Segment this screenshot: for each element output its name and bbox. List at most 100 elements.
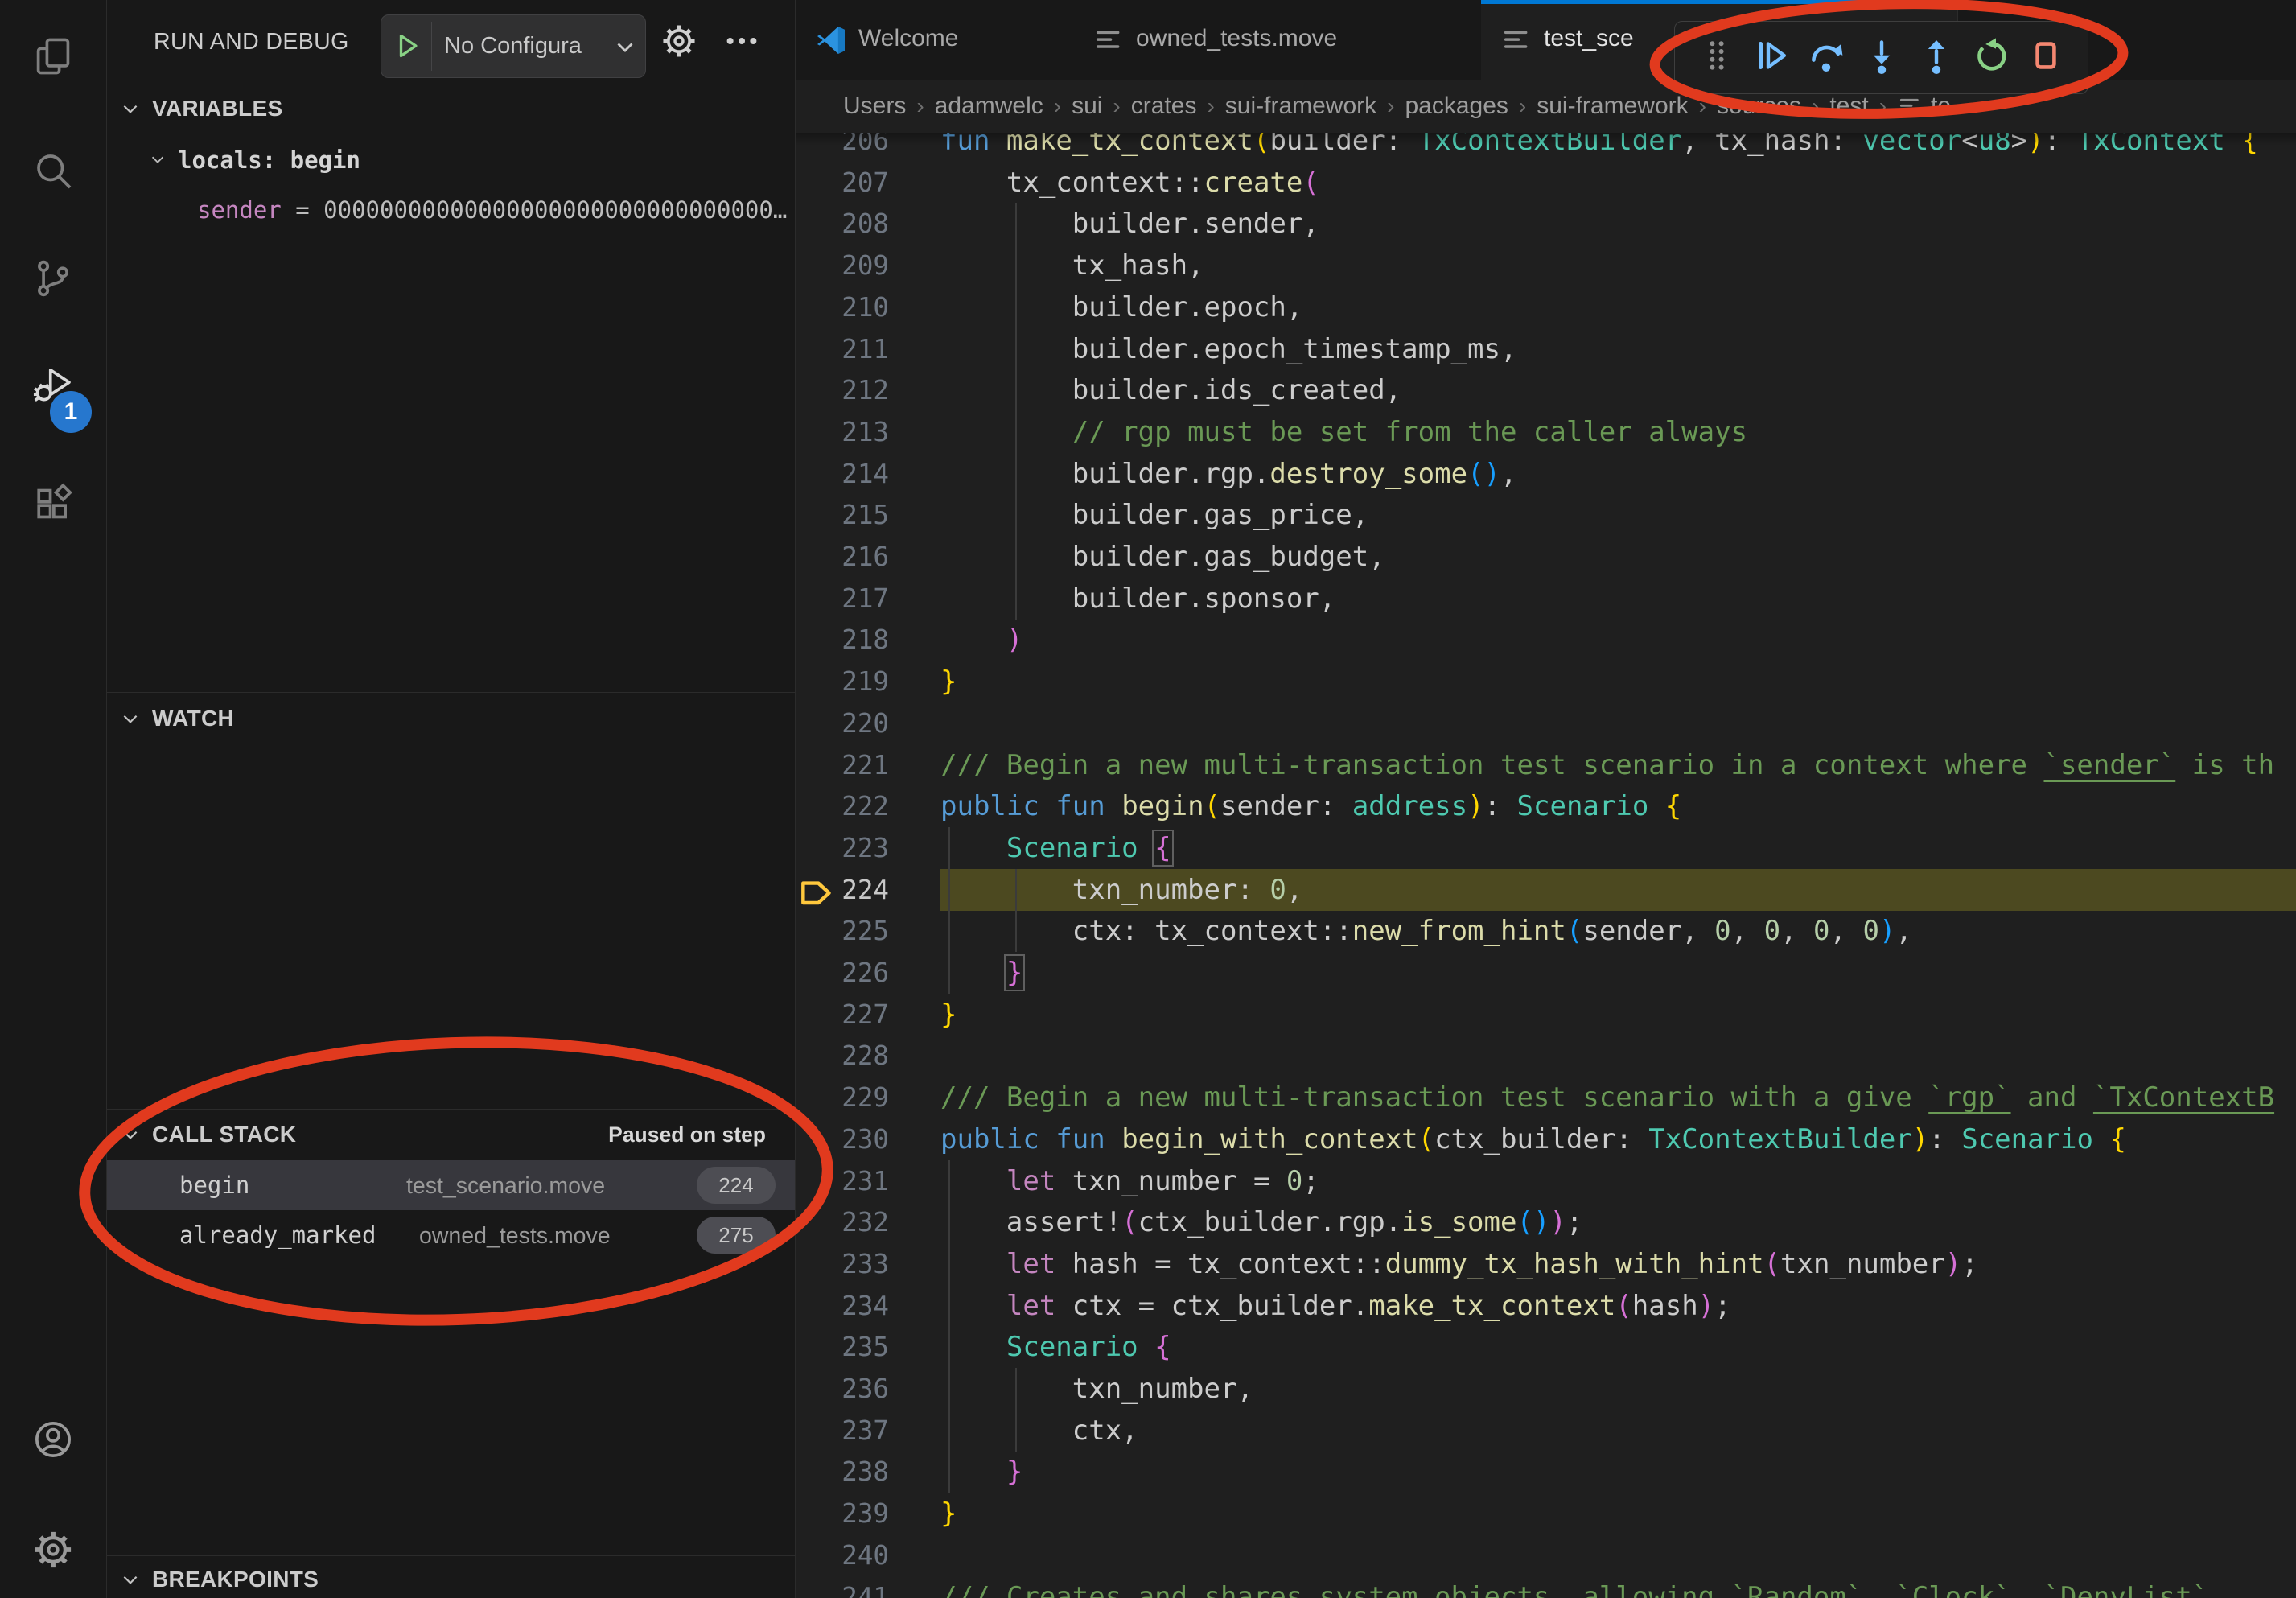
line-number[interactable]: 238: [796, 1451, 889, 1493]
code-line-220[interactable]: 220: [796, 702, 2296, 744]
line-number[interactable]: 207: [796, 162, 889, 204]
line-number[interactable]: 233: [796, 1243, 889, 1285]
line-number[interactable]: 239: [796, 1493, 889, 1534]
activity-item-explorer[interactable]: [32, 35, 74, 77]
code-line-227[interactable]: 227}: [796, 994, 2296, 1036]
line-number[interactable]: 215: [796, 494, 889, 536]
code-line-230[interactable]: 230public fun begin_with_context(ctx_bui…: [796, 1118, 2296, 1160]
breadcrumb-item[interactable]: sui-framework: [1225, 93, 1376, 120]
line-number[interactable]: 229: [796, 1077, 889, 1118]
line-number[interactable]: 236: [796, 1368, 889, 1410]
activity-item-account[interactable]: [32, 1419, 74, 1460]
variables-scope-label[interactable]: locals: begin: [178, 146, 360, 174]
activity-item-extensions[interactable]: [32, 483, 74, 525]
code-line-232[interactable]: 232 assert!(ctx_builder.rgp.is_some());: [796, 1201, 2296, 1243]
activity-item-search[interactable]: [32, 150, 74, 192]
breakpoints-section-header[interactable]: BREAKPOINTS: [152, 1567, 319, 1592]
breadcrumb-item[interactable]: te: [1931, 93, 1951, 120]
activity-item-settings[interactable]: [32, 1529, 74, 1571]
breadcrumb-item[interactable]: Users: [843, 93, 906, 120]
code-line-234[interactable]: 234 let ctx = ctx_builder.make_tx_contex…: [796, 1285, 2296, 1327]
line-number[interactable]: 211: [796, 328, 889, 370]
code-line-221[interactable]: 221/// Begin a new multi-transaction tes…: [796, 744, 2296, 786]
code-line-210[interactable]: 210 builder.epoch,: [796, 286, 2296, 328]
variable-row-sender[interactable]: sender = 0000000000000000000000000000000…: [197, 196, 789, 224]
line-number[interactable]: 224: [796, 869, 889, 911]
line-number[interactable]: 208: [796, 203, 889, 245]
code-view[interactable]: 206fun make_tx_context(builder: TxContex…: [796, 0, 2296, 1598]
code-line-237[interactable]: 237 ctx,: [796, 1410, 2296, 1452]
code-line-209[interactable]: 209 tx_hash,: [796, 245, 2296, 286]
code-line-235[interactable]: 235 Scenario {: [796, 1326, 2296, 1368]
code-line-207[interactable]: 207 tx_context::create(: [796, 162, 2296, 204]
chevron-down-icon[interactable]: [120, 98, 141, 119]
code-line-219[interactable]: 219}: [796, 661, 2296, 702]
step-into-button[interactable]: [1861, 37, 1903, 79]
continue-button[interactable]: [1751, 37, 1792, 79]
breadcrumb-item[interactable]: crates: [1131, 93, 1197, 120]
code-line-241[interactable]: 241/// Creates and shares system objects…: [796, 1576, 2296, 1598]
code-line-225[interactable]: 225 ctx: tx_context::new_from_hint(sende…: [796, 910, 2296, 952]
code-line-222[interactable]: 222public fun begin(sender: address): Sc…: [796, 785, 2296, 827]
breadcrumb-item[interactable]: sui: [1072, 93, 1102, 120]
code-line-215[interactable]: 215 builder.gas_price,: [796, 494, 2296, 536]
line-number[interactable]: 231: [796, 1160, 889, 1202]
line-number[interactable]: 222: [796, 785, 889, 827]
breadcrumb-item[interactable]: test: [1829, 93, 1868, 120]
watch-section-header[interactable]: WATCH: [152, 706, 234, 731]
step-over-button[interactable]: [1805, 37, 1847, 79]
line-number[interactable]: 210: [796, 286, 889, 328]
chevron-down-icon[interactable]: [149, 150, 167, 168]
code-line-238[interactable]: 238 }: [796, 1451, 2296, 1493]
code-line-212[interactable]: 212 builder.ids_created,: [796, 369, 2296, 411]
code-line-240[interactable]: 240: [796, 1534, 2296, 1576]
breadcrumb-item[interactable]: sui-framework: [1537, 93, 1688, 120]
code-line-218[interactable]: 218 ): [796, 619, 2296, 661]
code-line-216[interactable]: 216 builder.gas_budget,: [796, 536, 2296, 578]
code-line-226[interactable]: 226 }: [796, 952, 2296, 994]
line-number[interactable]: 220: [796, 702, 889, 744]
line-number[interactable]: 212: [796, 369, 889, 411]
line-number[interactable]: 237: [796, 1410, 889, 1452]
toolbar-drag-handle[interactable]: [1696, 37, 1738, 79]
line-number[interactable]: 217: [796, 578, 889, 620]
breadcrumb-item[interactable]: sources: [1717, 93, 1801, 120]
code-line-211[interactable]: 211 builder.epoch_timestamp_ms,: [796, 328, 2296, 370]
chevron-down-icon[interactable]: [120, 708, 141, 729]
start-debug-icon[interactable]: [391, 30, 423, 62]
line-number[interactable]: 214: [796, 453, 889, 495]
call-stack-section-header[interactable]: CALL STACK: [152, 1122, 296, 1147]
line-number[interactable]: 232: [796, 1201, 889, 1243]
chevron-down-icon[interactable]: [611, 33, 639, 60]
activity-item-source-control[interactable]: [32, 257, 74, 299]
breadcrumb-item[interactable]: packages: [1405, 93, 1508, 120]
debug-config-dropdown[interactable]: No Configura: [381, 14, 646, 78]
line-number[interactable]: 241: [796, 1576, 889, 1598]
breadcrumb-item[interactable]: adamwelc: [935, 93, 1043, 120]
line-number[interactable]: 219: [796, 661, 889, 702]
code-line-228[interactable]: 228: [796, 1035, 2296, 1077]
code-line-224[interactable]: 224 txn_number: 0,: [796, 869, 2296, 911]
line-number[interactable]: 227: [796, 994, 889, 1036]
line-number[interactable]: 216: [796, 536, 889, 578]
ellipsis-icon[interactable]: [723, 23, 760, 60]
step-out-button[interactable]: [1915, 37, 1957, 79]
line-number[interactable]: 235: [796, 1326, 889, 1368]
line-number[interactable]: 226: [796, 952, 889, 994]
code-line-233[interactable]: 233 let hash = tx_context::dummy_tx_hash…: [796, 1243, 2296, 1285]
line-number[interactable]: 221: [796, 744, 889, 786]
line-number[interactable]: 223: [796, 827, 889, 869]
variables-section-header[interactable]: VARIABLES: [152, 96, 282, 121]
code-line-208[interactable]: 208 builder.sender,: [796, 203, 2296, 245]
line-number[interactable]: 234: [796, 1285, 889, 1327]
gear-icon[interactable]: [660, 23, 697, 60]
code-line-236[interactable]: 236 txn_number,: [796, 1368, 2296, 1410]
stop-button[interactable]: [2025, 37, 2067, 79]
code-line-213[interactable]: 213 // rgp must be set from the caller a…: [796, 411, 2296, 453]
line-number[interactable]: 218: [796, 619, 889, 661]
code-line-217[interactable]: 217 builder.sponsor,: [796, 578, 2296, 620]
chevron-down-icon[interactable]: [120, 1569, 141, 1590]
code-line-231[interactable]: 231 let txn_number = 0;: [796, 1160, 2296, 1202]
line-number[interactable]: 240: [796, 1534, 889, 1576]
call-stack-frame-already_marked[interactable]: already_markedowned_tests.move275: [107, 1210, 795, 1260]
